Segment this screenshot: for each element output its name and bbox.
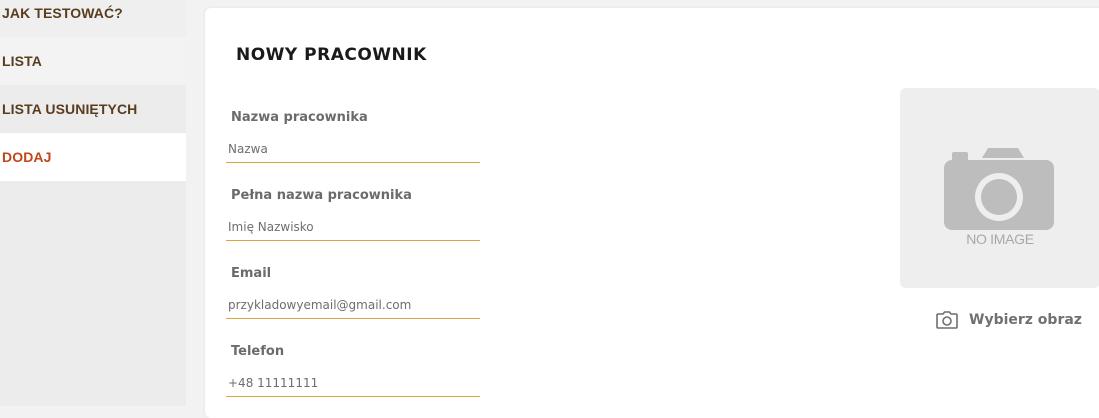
- choose-image-button[interactable]: Wybierz obraz: [936, 308, 1082, 332]
- no-image-label: NO IMAGE: [966, 231, 1034, 247]
- sidebar: JAK TESTOWAĆ? LISTA LISTA USUNIĘTYCH DOD…: [0, 0, 186, 406]
- sidebar-item-lista-usunietych[interactable]: LISTA USUNIĘTYCH: [0, 85, 186, 133]
- field-label-nazwa: Nazwa pracownika: [231, 110, 368, 125]
- form-panel: NOWY PRACOWNIK Nazwa pracownika Pełna na…: [205, 8, 1099, 418]
- page-title: NOWY PRACOWNIK: [236, 45, 427, 65]
- camera-icon: [936, 311, 958, 329]
- nazwa-input[interactable]: [226, 136, 480, 163]
- choose-image-label: Wybierz obraz: [969, 312, 1082, 328]
- telefon-input[interactable]: [226, 370, 480, 397]
- sidebar-item-lista[interactable]: LISTA: [0, 37, 186, 85]
- sidebar-item-jak-testowac[interactable]: JAK TESTOWAĆ?: [0, 0, 186, 37]
- field-label-telefon: Telefon: [231, 344, 285, 359]
- camera-icon: [944, 148, 1054, 230]
- field-label-pelna-nazwa: Pełna nazwa pracownika: [231, 188, 412, 203]
- field-label-email: Email: [231, 266, 272, 281]
- sidebar-item-dodaj[interactable]: DODAJ: [0, 133, 186, 181]
- image-preview: NO IMAGE: [900, 88, 1099, 288]
- pelna-nazwa-input[interactable]: [226, 214, 480, 241]
- email-input[interactable]: [226, 292, 480, 319]
